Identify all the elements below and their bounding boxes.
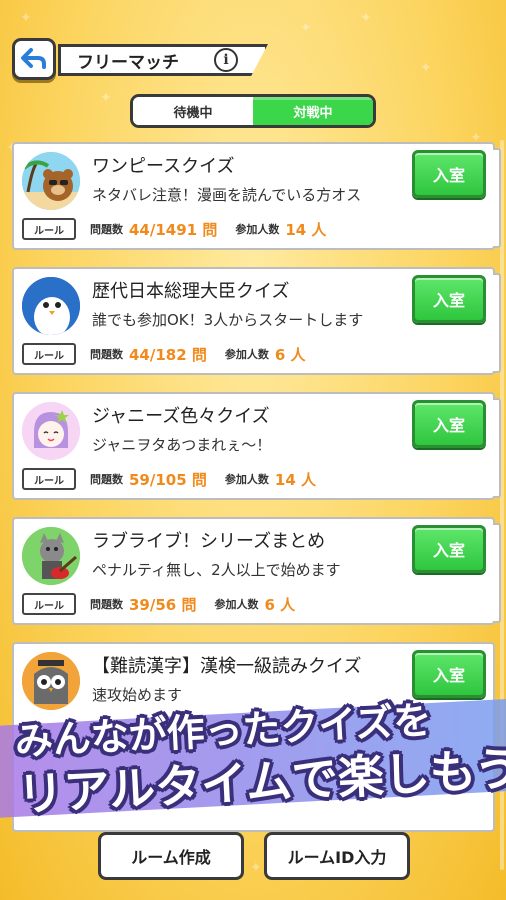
card-edge — [493, 148, 501, 248]
questions-label: 問題数 — [90, 473, 123, 486]
room-title: ラブライブ！シリーズまとめ — [92, 531, 326, 552]
room-card[interactable]: ワンピースクイズ ネタバレ注意！漫画を読んでいる方オス 入室 ルール 問題数 4… — [12, 142, 501, 250]
room-title: ワンピースクイズ — [92, 156, 235, 177]
rule-button[interactable]: ルール — [22, 343, 76, 365]
rule-button[interactable]: ルール — [22, 218, 76, 240]
card-edge — [493, 523, 501, 623]
enter-room-id-button[interactable]: ルームID入力 — [264, 832, 410, 880]
room-title: 【難読漢字】漢検一級読みクイズ — [92, 656, 362, 677]
card-edge — [493, 273, 501, 373]
participants-label: 参加人数 — [235, 223, 280, 236]
participants-label: 参加人数 — [224, 348, 269, 361]
enter-button[interactable]: 入室 — [412, 400, 486, 448]
back-arrow-icon — [21, 48, 46, 69]
room-description: 誰でも参加OK！3人からスタートします — [92, 311, 364, 329]
rule-button[interactable]: ルール — [22, 593, 76, 615]
room-stats: 問題数 44/1491 問 参加人数 14 人 — [90, 218, 338, 240]
room-stats: 問題数 44/182 問 参加人数 6 人 — [90, 343, 318, 365]
participants-label: 参加人数 — [214, 598, 259, 611]
enter-button[interactable]: 入室 — [412, 275, 486, 323]
tab-in-battle[interactable]: 対戦中 — [253, 97, 373, 125]
room-stats: 問題数 39/56 問 参加人数 6 人 — [90, 593, 307, 615]
status-tabs: 待機中 対戦中 — [130, 94, 376, 128]
room-description: ネタバレ注意！漫画を読んでいる方オス — [92, 186, 362, 204]
room-stats: 問題数 59/105 問 参加人数 14 人 — [90, 468, 328, 490]
participants-value: 14 人 — [285, 220, 327, 239]
participants-value: 14 人 — [274, 470, 316, 489]
questions-value: 39/56 問 — [129, 595, 197, 614]
bear-avatar-icon — [22, 152, 80, 210]
promo-banner: みんなが作ったクイズを リアルタイムで楽しもう! — [0, 675, 506, 836]
rule-button[interactable]: ルール — [22, 468, 76, 490]
room-card[interactable]: 歴代日本総理大臣クイズ 誰でも参加OK！3人からスタートします 入室 ルール 問… — [12, 267, 501, 375]
questions-label: 問題数 — [90, 223, 123, 236]
card-edge — [493, 398, 501, 498]
penguin-avatar-icon — [22, 277, 80, 335]
room-description: ペナルティ無し、2人以上で始めます — [92, 561, 341, 579]
room-card[interactable]: ジャニーズ色々クイズ ジャニヲタあつまれぇ～！ 入室 ルール 問題数 59/10… — [12, 392, 501, 500]
tab-waiting[interactable]: 待機中 — [133, 97, 253, 125]
enter-button[interactable]: 入室 — [412, 150, 486, 198]
participants-value: 6 人 — [264, 595, 296, 614]
cat-guitar-avatar-icon — [22, 527, 80, 585]
page-title: フリーマッチ — [77, 52, 179, 73]
questions-label: 問題数 — [90, 598, 123, 611]
room-title: 歴代日本総理大臣クイズ — [92, 281, 290, 302]
questions-value: 44/1491 問 — [129, 220, 218, 239]
room-card[interactable]: ラブライブ！シリーズまとめ ペナルティ無し、2人以上で始めます 入室 ルール 問… — [12, 517, 501, 625]
create-room-button[interactable]: ルーム作成 — [98, 832, 244, 880]
room-description: ジャニヲタあつまれぇ～！ — [92, 436, 272, 454]
girl-avatar-icon — [22, 402, 80, 460]
questions-label: 問題数 — [90, 348, 123, 361]
participants-label: 参加人数 — [224, 473, 269, 486]
questions-value: 44/182 問 — [129, 345, 207, 364]
questions-value: 59/105 問 — [129, 470, 207, 489]
back-button[interactable] — [12, 38, 56, 80]
enter-button[interactable]: 入室 — [412, 525, 486, 573]
room-title: ジャニーズ色々クイズ — [92, 406, 270, 427]
info-icon[interactable]: i — [214, 48, 238, 72]
participants-value: 6 人 — [274, 345, 306, 364]
